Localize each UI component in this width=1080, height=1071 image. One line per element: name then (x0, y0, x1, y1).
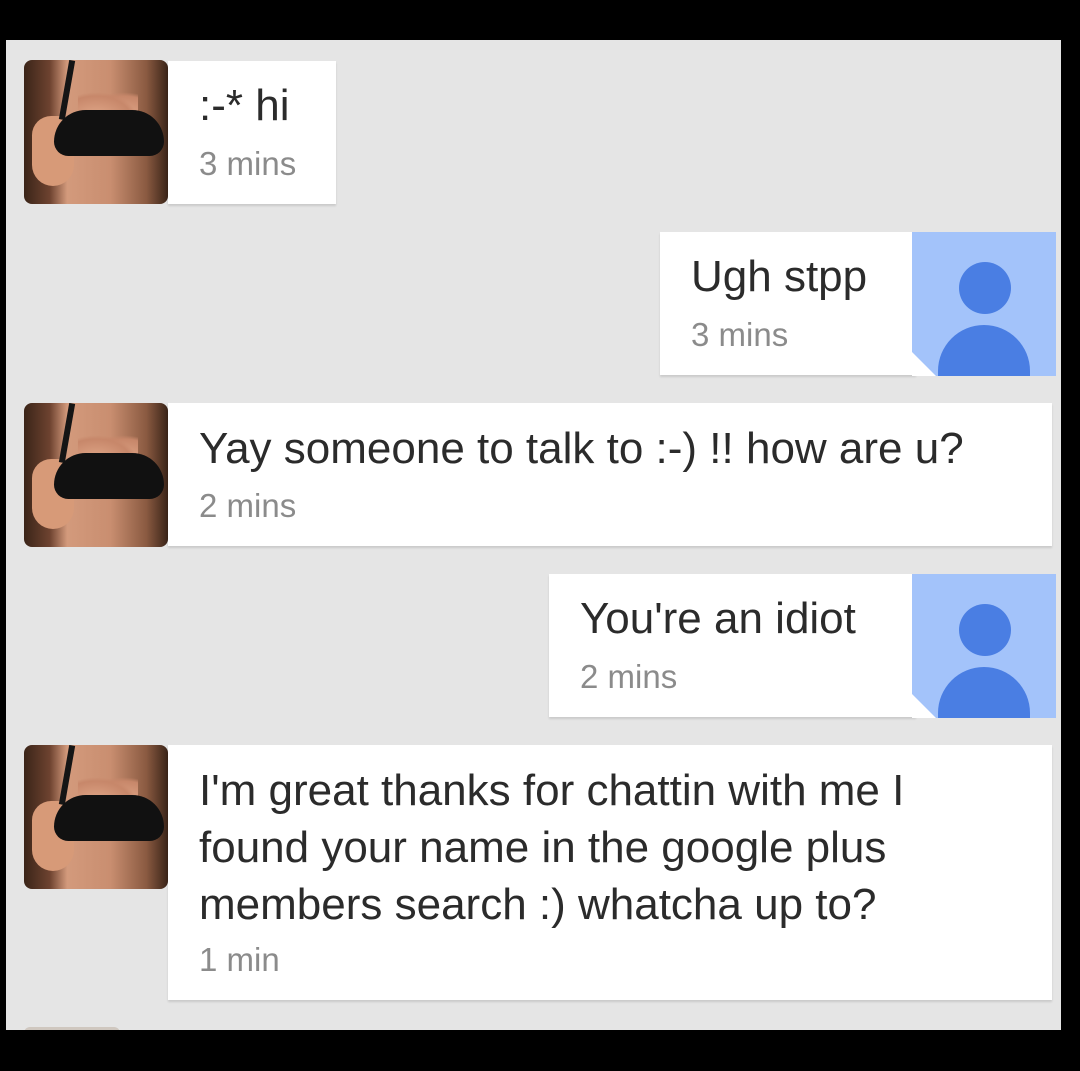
message-text: I'm great thanks for chattin with me I f… (199, 766, 905, 929)
message-text: :-* hi (199, 81, 290, 130)
message-timestamp: 3 mins (691, 316, 789, 353)
message-timestamp: 3 mins (199, 145, 297, 182)
message-text: Yay someone to talk to :-) !! how are u? (199, 424, 964, 473)
outgoing-message-bubble[interactable]: Ugh stpp 3 mins (660, 232, 916, 375)
my-avatar[interactable] (912, 232, 1056, 376)
incoming-message-bubble[interactable]: I'm great thanks for chattin with me I f… (168, 745, 1052, 1000)
contact-avatar[interactable] (24, 60, 168, 204)
message-timestamp: 2 mins (199, 487, 297, 524)
chat-thread[interactable]: :-* hi 3 mins Ugh stpp 3 mins Yay someon… (6, 40, 1061, 1030)
person-icon (959, 604, 1011, 656)
outgoing-message-bubble[interactable]: You're an idiot 2 mins (549, 574, 916, 717)
message-text: You're an idiot (580, 594, 856, 643)
contact-avatar[interactable] (24, 403, 168, 547)
message-timestamp: 1 min (199, 941, 280, 978)
contact-avatar-partial (24, 1027, 120, 1030)
message-text: Ugh stpp (691, 252, 868, 301)
incoming-message-bubble[interactable]: :-* hi 3 mins (168, 61, 336, 204)
my-avatar[interactable] (912, 574, 1056, 718)
contact-avatar[interactable] (24, 745, 168, 889)
message-timestamp: 2 mins (580, 658, 678, 695)
incoming-message-bubble[interactable]: Yay someone to talk to :-) !! how are u?… (168, 403, 1052, 546)
person-icon (959, 262, 1011, 314)
